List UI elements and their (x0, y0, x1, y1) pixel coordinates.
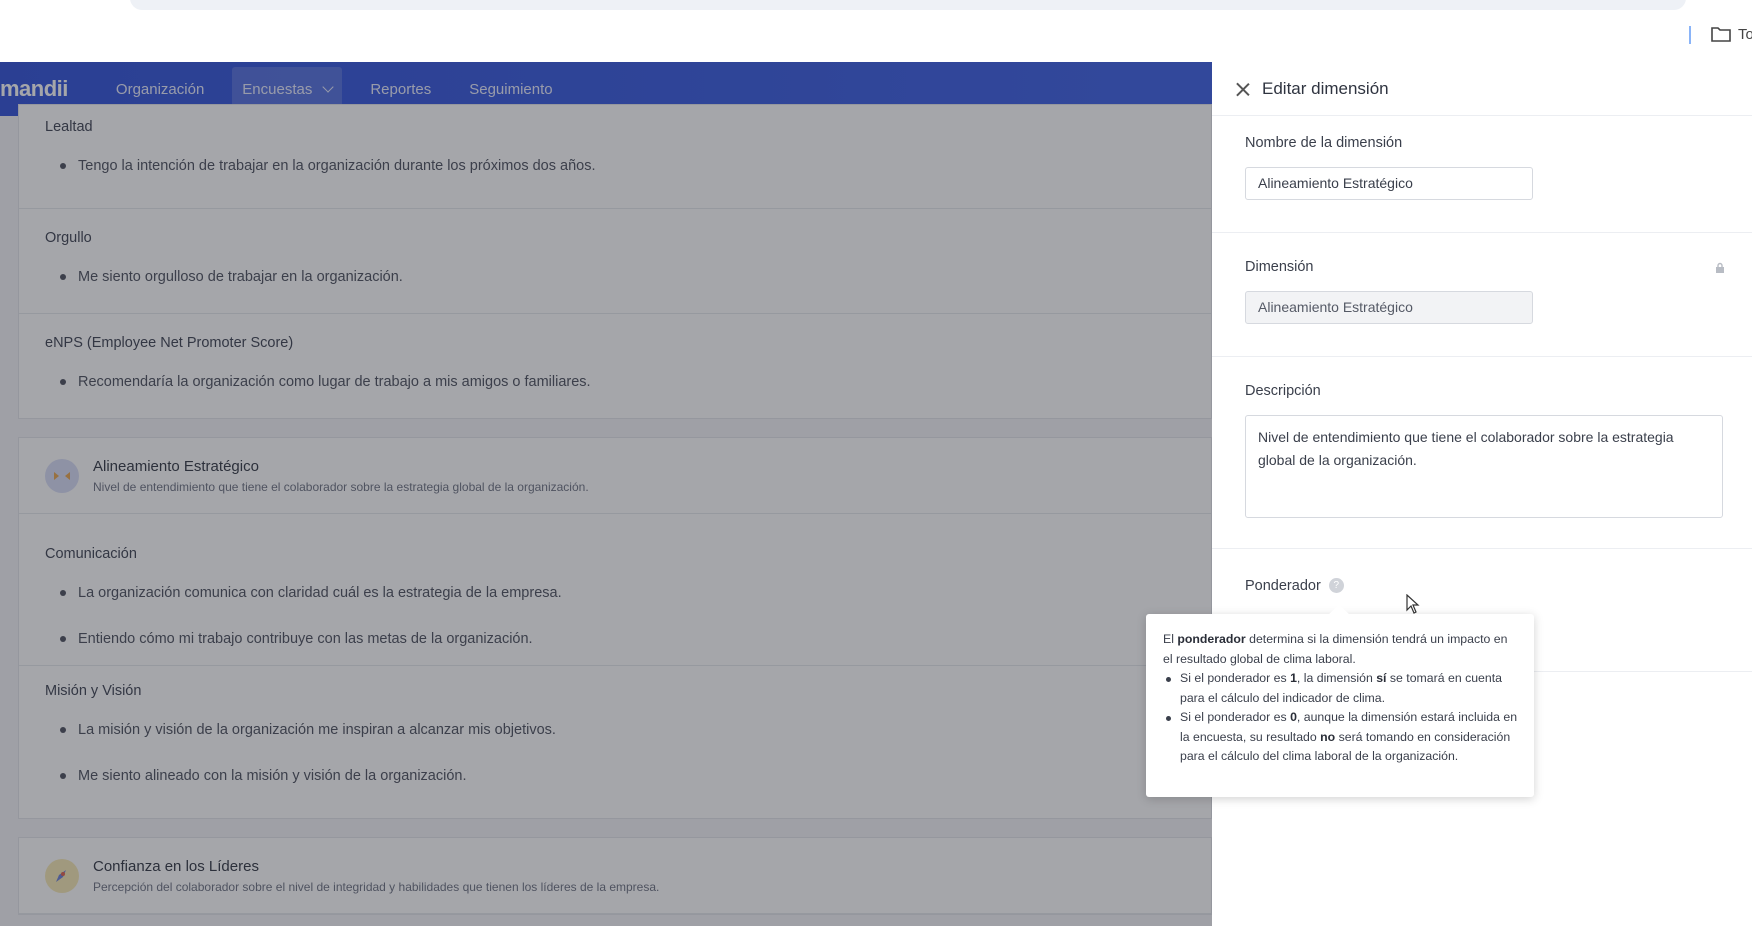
close-icon[interactable] (1236, 82, 1250, 96)
name-label: Nombre de la dimensión (1245, 135, 1403, 151)
tooltip-text: El (1163, 632, 1178, 646)
tooltip-text: Si el ponderador es (1180, 710, 1291, 724)
tooltip-intro: El ponderador determina si la dimensión … (1163, 630, 1518, 669)
address-bar[interactable] (130, 0, 1686, 10)
description-field: Descripción Nivel de entendimiento que t… (1212, 357, 1752, 549)
modal-backdrop[interactable] (0, 62, 1212, 926)
dimension-field: Dimensión Alineamiento Estratégico (1212, 233, 1752, 357)
tooltip-list-item: Si el ponderador es 0, aunque la dimensi… (1163, 708, 1518, 767)
panel-header: Editar dimensión (1212, 62, 1752, 116)
bookmark-divider (1689, 26, 1691, 44)
description-textarea[interactable]: Nivel de entendimiento que tiene el cola… (1245, 415, 1723, 518)
folder-icon (1711, 27, 1731, 42)
tooltip-list: Si el ponderador es 1, la dimensión sí s… (1163, 669, 1518, 767)
bookmark-folder-label: To (1738, 25, 1752, 43)
tooltip-bold: ponderador (1177, 632, 1246, 646)
dimension-name-input[interactable]: Alineamiento Estratégico (1245, 167, 1533, 200)
description-label: Descripción (1245, 383, 1321, 399)
tooltip-bold: 1 (1290, 671, 1297, 685)
bookmark-folder[interactable]: To (1710, 25, 1752, 43)
tooltip-bold: sí (1376, 671, 1387, 685)
name-field: Nombre de la dimensión Alineamiento Estr… (1212, 116, 1752, 233)
tooltip-list-item: Si el ponderador es 1, la dimensión sí s… (1163, 669, 1518, 708)
tooltip-text: , la dimensión (1296, 671, 1377, 685)
tooltip-bold: 0 (1290, 710, 1297, 724)
dimension-label: Dimensión (1245, 259, 1314, 275)
tooltip-bold: no (1320, 729, 1336, 744)
weight-label: Ponderador (1245, 578, 1321, 594)
weight-tooltip: El ponderador determina si la dimensión … (1146, 614, 1534, 797)
dimension-select: Alineamiento Estratégico (1245, 291, 1533, 324)
app-main: mandii Organización Encuestas Reportes S… (0, 62, 1212, 926)
tooltip-text: Si el ponderador es (1180, 671, 1291, 685)
browser-toolbar: To (0, 0, 1752, 62)
panel-title: Editar dimensión (1262, 78, 1389, 98)
help-icon[interactable]: ? (1328, 578, 1344, 594)
lock-icon (1714, 261, 1726, 279)
cursor-icon (1406, 594, 1420, 614)
